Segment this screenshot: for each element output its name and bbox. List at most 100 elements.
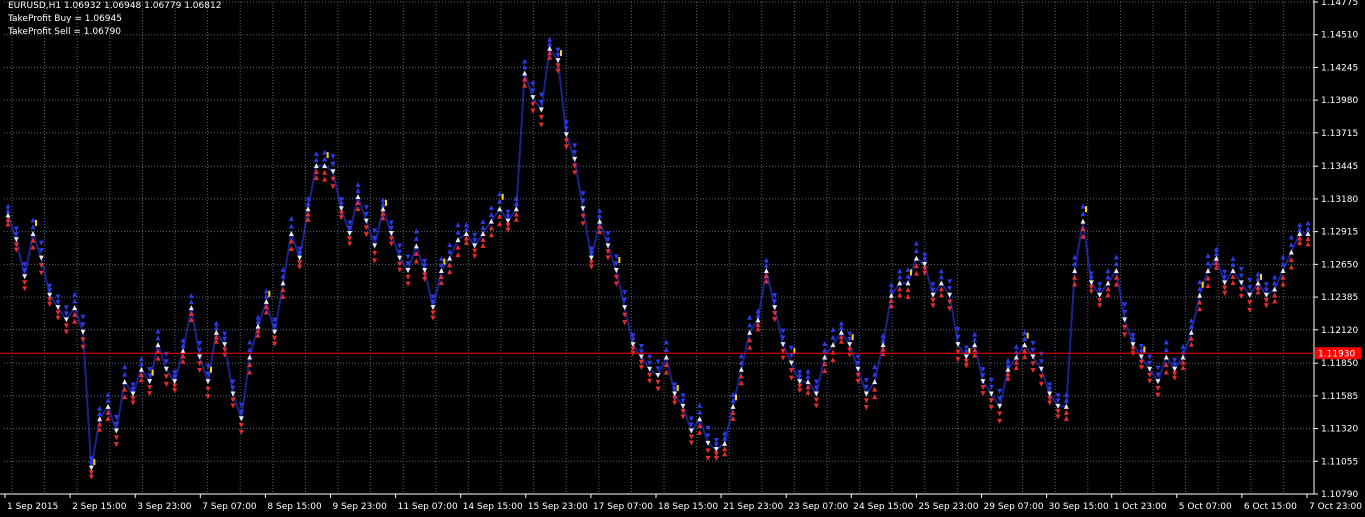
signal-arrow-mark xyxy=(780,355,786,361)
signal-arrow-mark xyxy=(1238,287,1244,293)
signal-arrow-mark xyxy=(1080,218,1086,224)
signal-arrow-mark xyxy=(263,298,269,304)
signal-arrow-mark xyxy=(213,325,219,331)
signal-arrow-mark xyxy=(1088,275,1094,281)
signal-arrow-mark xyxy=(438,256,444,262)
signal-arrow-mark xyxy=(397,267,403,273)
price-tick-label: 1.12385 xyxy=(1321,293,1358,303)
signal-arrow-mark xyxy=(1247,292,1253,298)
signal-arrow-mark xyxy=(172,388,178,394)
signal-arrow-mark xyxy=(138,361,144,367)
signal-arrow-mark xyxy=(172,383,178,389)
signal-arrow-mark xyxy=(680,393,686,399)
signal-arrow-mark xyxy=(530,81,536,87)
signal-arrow-mark xyxy=(1247,285,1253,291)
signal-arrow-mark xyxy=(872,364,878,370)
signal-arrow-mark xyxy=(1063,397,1069,403)
signal-arrow-mark xyxy=(1047,395,1053,401)
signal-arrow-mark xyxy=(963,363,969,369)
signal-arrow-mark xyxy=(738,353,744,359)
signal-arrow-mark xyxy=(755,317,761,323)
chart-window[interactable]: 1.14775 1.14510 1.14245 1.13980 1.13715 1.134… xyxy=(0,0,1365,517)
price-tick-label: 1.10790 xyxy=(1321,490,1358,500)
signal-arrow-mark xyxy=(163,381,169,387)
signal-arrow-mark xyxy=(897,268,903,274)
signal-arrow-mark xyxy=(697,402,703,408)
signal-arrow-mark xyxy=(1005,357,1011,363)
signal-arrow-mark xyxy=(130,391,136,397)
signal-arrow-mark xyxy=(997,403,1003,409)
signal-arrow-mark xyxy=(63,305,69,311)
signal-arrow-mark xyxy=(1147,378,1153,384)
price-tick-label: 1.13980 xyxy=(1321,96,1358,106)
signal-arrow-mark xyxy=(313,157,319,163)
signal-arrow-mark xyxy=(1038,381,1044,387)
signal-arrow-mark xyxy=(405,254,411,260)
signal-arrow-mark xyxy=(1155,385,1161,391)
signal-highlight-mark xyxy=(1143,346,1146,353)
signal-highlight-mark xyxy=(676,384,679,391)
signal-arrow-mark xyxy=(72,298,78,304)
signal-arrow-mark xyxy=(872,379,878,385)
signal-arrow-mark xyxy=(1188,329,1194,335)
takeprofit-buy-label: TakeProfit Buy = 1.06945 xyxy=(8,14,122,24)
signal-arrow-mark xyxy=(230,403,236,409)
signal-arrow-mark xyxy=(688,434,694,440)
signal-arrow-mark xyxy=(305,206,311,212)
signal-arrow-mark xyxy=(763,262,769,268)
time-tick-label: 30 Sep 15:00 xyxy=(1049,502,1109,512)
time-tick-label: 17 Sep 07:00 xyxy=(593,502,653,512)
signal-arrow-mark xyxy=(730,403,736,409)
signal-arrow-mark xyxy=(472,253,478,259)
price-tick-label: 1.12915 xyxy=(1321,228,1358,238)
signal-arrow-mark xyxy=(1055,409,1061,415)
signal-arrow-mark xyxy=(688,428,694,434)
signal-arrow-mark xyxy=(113,435,119,441)
signal-highlight-mark xyxy=(618,257,621,264)
signal-arrow-mark xyxy=(488,232,494,238)
signal-arrow-mark xyxy=(647,372,653,378)
signal-arrow-mark xyxy=(413,243,419,249)
signal-arrow-mark xyxy=(505,227,511,233)
time-tick-label: 24 Sep 15:00 xyxy=(853,502,913,512)
signal-arrow-mark xyxy=(1288,234,1294,240)
signal-arrow-mark xyxy=(1180,343,1186,349)
signal-arrow-mark xyxy=(605,255,611,261)
signal-arrow-mark xyxy=(1222,280,1228,286)
signal-arrow-mark xyxy=(455,252,461,258)
signal-arrow-mark xyxy=(705,448,711,454)
current-price-label: 1.11930 xyxy=(1318,349,1355,359)
price-chart[interactable]: 1.14775 1.14510 1.14245 1.13980 1.13715 1.134… xyxy=(0,0,1365,517)
signal-arrow-mark xyxy=(788,368,794,374)
signal-arrow-mark xyxy=(888,282,894,288)
signal-arrow-mark xyxy=(447,269,453,275)
signal-arrow-mark xyxy=(688,440,694,446)
signal-arrow-mark xyxy=(1297,226,1303,232)
signal-arrow-mark xyxy=(455,229,461,235)
signal-arrow-mark xyxy=(1097,297,1103,303)
signal-arrow-mark xyxy=(1047,400,1053,406)
signal-arrow-mark xyxy=(1297,221,1303,227)
price-tick-label: 1.11850 xyxy=(1321,359,1358,369)
signal-arrow-mark xyxy=(1013,364,1019,370)
signal-arrow-mark xyxy=(1163,346,1169,352)
signal-arrow-mark xyxy=(413,258,419,264)
signal-arrow-mark xyxy=(922,257,928,263)
signal-arrow-mark xyxy=(1272,292,1278,298)
signal-arrow-mark xyxy=(388,241,394,247)
signal-arrow-mark xyxy=(697,409,703,415)
price-tick-label: 1.11055 xyxy=(1321,457,1358,467)
price-tick-label: 1.12650 xyxy=(1321,260,1358,270)
signal-arrow-mark xyxy=(1280,261,1286,267)
signal-arrow-mark xyxy=(755,326,761,332)
time-tick-label: 1 Sep 2015 xyxy=(7,502,58,512)
signal-arrow-mark xyxy=(1105,274,1111,280)
signal-arrow-mark xyxy=(980,385,986,391)
signal-arrow-mark xyxy=(322,176,328,182)
signal-arrow-mark xyxy=(1255,289,1261,295)
chart-info-panel: EURUSD,H1 1.06932 1.06948 1.06779 1.0681… xyxy=(8,0,221,39)
signal-arrow-mark xyxy=(1280,254,1286,260)
signal-arrow-mark xyxy=(63,323,69,329)
signal-arrow-mark xyxy=(1063,409,1069,415)
signal-arrow-mark xyxy=(672,395,678,401)
